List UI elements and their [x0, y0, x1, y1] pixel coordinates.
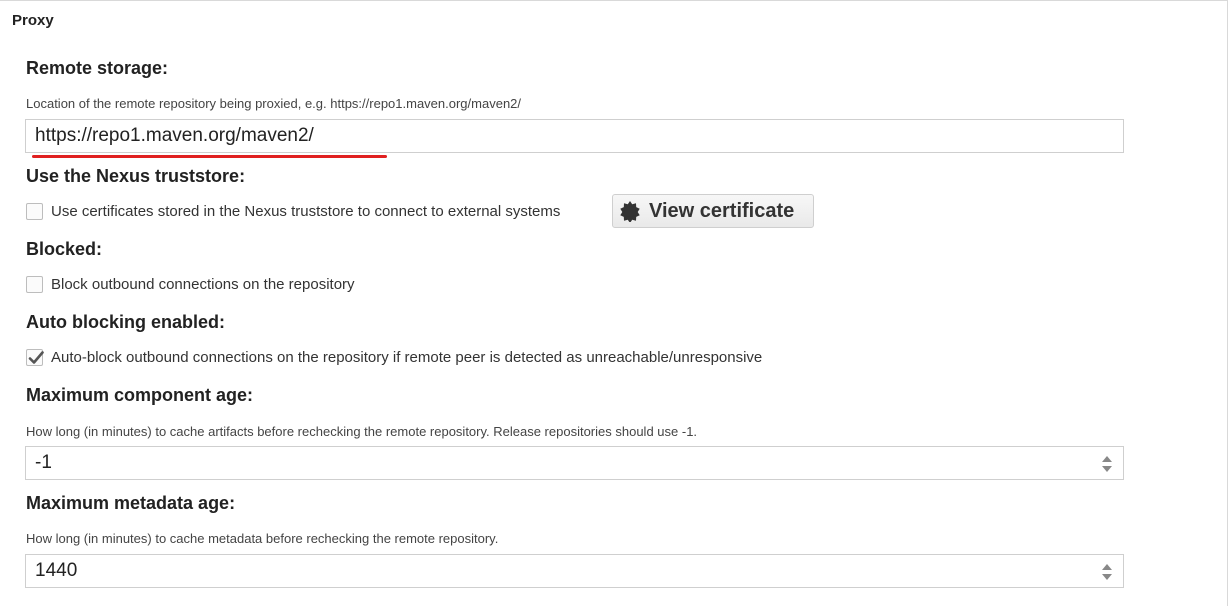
remote-storage-help: Location of the remote repository being … — [26, 96, 522, 111]
truststore-checkbox-label: Use certificates stored in the Nexus tru… — [51, 203, 561, 220]
spinner-arrows-icon[interactable] — [1101, 563, 1113, 581]
truststore-checkbox[interactable] — [26, 203, 43, 220]
auto-blocking-checkbox-row[interactable]: Auto-block outbound connections on the r… — [26, 349, 762, 366]
blocked-checkbox-label: Block outbound connections on the reposi… — [51, 276, 355, 293]
truststore-label: Use the Nexus truststore: — [26, 166, 246, 186]
remote-storage-label: Remote storage: — [26, 58, 169, 78]
max-component-age-label: Maximum component age: — [26, 385, 254, 405]
blocked-checkbox[interactable] — [26, 276, 43, 293]
max-component-age-value: -1 — [35, 452, 52, 473]
blocked-checkbox-row[interactable]: Block outbound connections on the reposi… — [26, 276, 355, 293]
spinner-arrows-icon[interactable] — [1101, 455, 1113, 473]
max-metadata-age-value: 1440 — [35, 560, 78, 581]
section-title: Proxy — [12, 12, 54, 29]
auto-blocking-checkbox[interactable] — [26, 349, 44, 366]
max-component-age-input[interactable]: -1 — [25, 446, 1124, 480]
max-component-age-help: How long (in minutes) to cache artifacts… — [26, 424, 698, 439]
proxy-panel: Proxy Remote storage: Location of the re… — [0, 0, 1228, 606]
checkmark-icon — [28, 351, 44, 364]
truststore-checkbox-row[interactable]: Use certificates stored in the Nexus tru… — [26, 203, 560, 220]
auto-blocking-label: Auto blocking enabled: — [26, 312, 226, 332]
max-metadata-age-label: Maximum metadata age: — [26, 493, 236, 513]
certificate-icon — [619, 200, 641, 223]
max-metadata-age-help: How long (in minutes) to cache metadata … — [26, 531, 499, 546]
annotation-underline — [32, 155, 387, 158]
view-certificate-label: View certificate — [649, 199, 795, 222]
auto-blocking-checkbox-label: Auto-block outbound connections on the r… — [51, 349, 763, 366]
remote-storage-input[interactable]: https://repo1.maven.org/maven2/ — [25, 119, 1124, 153]
max-metadata-age-input[interactable]: 1440 — [25, 554, 1124, 588]
blocked-label: Blocked: — [26, 239, 103, 259]
view-certificate-button[interactable]: View certificate — [612, 194, 814, 228]
